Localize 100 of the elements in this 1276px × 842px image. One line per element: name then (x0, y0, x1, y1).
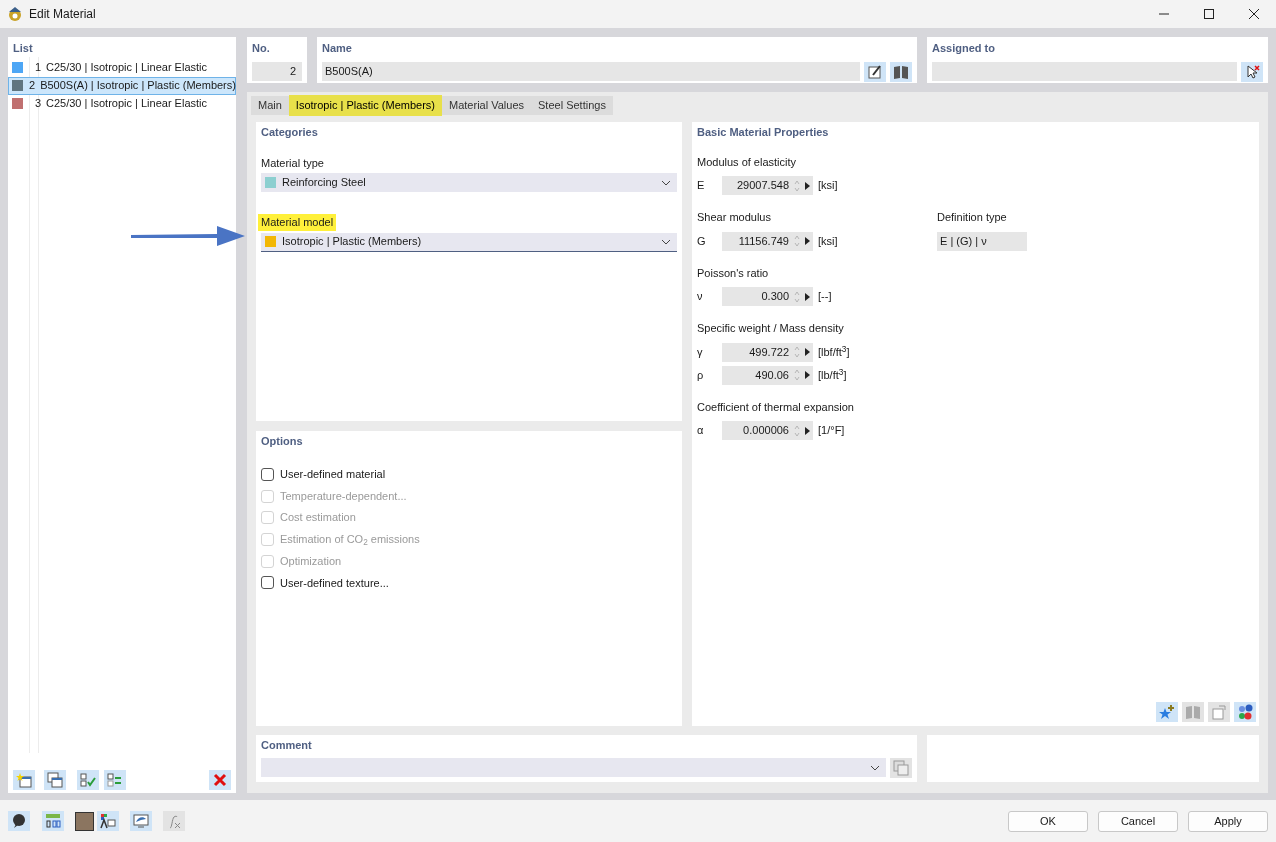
number-field[interactable]: 490.06 (722, 365, 813, 385)
check-all-icon[interactable] (77, 770, 99, 790)
dialog-button[interactable]: OK (1008, 810, 1088, 832)
item-number: 3 (33, 96, 41, 112)
symbol-label: E (697, 178, 706, 194)
dropdown-value: Reinforcing Steel (282, 175, 366, 191)
library-icon[interactable] (890, 61, 912, 82)
checkbox[interactable] (261, 576, 274, 590)
field-label: Material type (260, 155, 325, 171)
group-label: Shear modulus (697, 210, 772, 225)
panel-title: No. (252, 41, 271, 56)
chevron-down-icon (870, 764, 880, 771)
play-arrow-icon (805, 292, 810, 301)
tab[interactable]: Isotropic | Plastic (Members) (288, 95, 442, 116)
color-button[interactable] (75, 811, 94, 831)
chevron-down-icon (661, 179, 671, 186)
panel-title: Assigned to (932, 41, 996, 56)
decimal-places-icon[interactable] (42, 811, 64, 831)
checkbox-label: User-defined material (280, 467, 386, 483)
app-icon (7, 6, 23, 22)
panel-title: Name (322, 41, 353, 56)
dropdown-field[interactable]: Isotropic | Plastic (Members) (261, 232, 677, 252)
list-item[interactable]: 2 B500S(A) | Isotropic | Plastic (Members) (8, 76, 236, 95)
symbol-label: G (697, 233, 707, 249)
field-value: 0.000006 (742, 423, 790, 439)
assigned-field[interactable] (932, 62, 1237, 81)
copy-icon[interactable] (890, 757, 912, 778)
play-arrow-icon (805, 426, 810, 435)
spinner-icon (794, 290, 800, 303)
new-window-icon[interactable] (13, 770, 35, 790)
copy-window-icon[interactable] (44, 770, 66, 790)
dropdown-value: Isotropic | Plastic (Members) (282, 234, 422, 250)
symbol-label: γ (697, 344, 704, 360)
item-number: 2 (29, 78, 36, 94)
list-item[interactable]: 1 C25/30 | Isotropic | Linear Elastic (8, 58, 236, 77)
pick-cursor-icon[interactable] (1241, 61, 1263, 82)
symbol-label: ρ (697, 367, 705, 383)
number-field[interactable]: 2 (252, 61, 302, 81)
number-field[interactable]: 29007.548 (722, 176, 813, 195)
info-shapes-icon[interactable] (1234, 702, 1256, 722)
delete-icon[interactable] (209, 770, 231, 790)
panel-title: Basic Material Properties (697, 125, 830, 140)
tab[interactable]: Main (251, 96, 289, 115)
panel-title: List (12, 41, 34, 56)
spinner-icon (794, 346, 800, 358)
number-field[interactable]: 499.722 (722, 342, 813, 362)
number-field[interactable]: 11156.749 (722, 231, 813, 251)
book-icon[interactable] (1182, 702, 1204, 722)
unit-label: [lbf/ft$^{3}$] (818, 343, 850, 360)
checkbox-label: Temperature-dependent... (280, 488, 407, 504)
item-number: 1 (33, 60, 41, 76)
number-field[interactable]: 0.000006 (722, 421, 813, 440)
number-field[interactable]: 0.300 (722, 287, 813, 306)
unit-label: [1/°F] (818, 423, 845, 439)
group-label: Specific weight / Mass density (697, 321, 845, 336)
play-arrow-icon (805, 348, 810, 356)
checkbox-label: Cost estimation (280, 510, 356, 526)
tab[interactable]: Material Values (442, 96, 531, 115)
display-icon[interactable] (130, 811, 152, 831)
edit-icon[interactable] (864, 61, 886, 82)
spinner-icon (794, 235, 800, 247)
spinner-icon (794, 369, 800, 381)
field-label: Material model (258, 214, 337, 231)
field-value: 29007.548 (736, 178, 790, 194)
play-arrow-icon (805, 237, 810, 245)
checkbox-label: Estimation of CO$_{2}$ emissions (280, 532, 420, 548)
item-label: C25/30 | Isotropic | Linear Elastic (46, 60, 207, 76)
field-value: 0.300 (760, 289, 790, 305)
help-icon[interactable] (8, 811, 30, 831)
star-plus-icon[interactable] (1156, 702, 1178, 722)
window-title: Edit Material (29, 6, 96, 23)
annotation-arrow-icon (131, 224, 247, 248)
swap-checks-icon[interactable] (104, 770, 126, 790)
spinner-icon (794, 179, 800, 192)
symbol-label: α (697, 423, 705, 439)
spinner-icon (794, 424, 800, 437)
dialog-button[interactable]: Cancel (1098, 810, 1178, 832)
group-label: Coefficient of thermal expansion (697, 399, 855, 415)
unit-label: [--] (818, 289, 832, 305)
name-field[interactable]: B500S(A) (322, 62, 860, 81)
function-icon[interactable] (163, 811, 185, 831)
checkbox[interactable] (261, 467, 274, 481)
text-color-icon[interactable] (97, 811, 119, 831)
definition-field[interactable]: E | (G) | ν (937, 231, 1027, 251)
field-value: 499.722 (748, 344, 790, 360)
comment-field[interactable] (261, 758, 886, 777)
group-label: Poisson's ratio (697, 265, 770, 281)
field-value: 11156.749 (737, 233, 790, 249)
play-arrow-icon (805, 371, 810, 379)
symbol-label: ν (697, 289, 704, 305)
dropdown-field[interactable]: Reinforcing Steel (261, 173, 677, 192)
field-value: 490.06 (754, 367, 790, 383)
item-label: B500S(A) | Isotropic | Plastic (Members) (40, 78, 236, 94)
tab[interactable]: Steel Settings (531, 96, 613, 115)
list-item[interactable]: 3 C25/30 | Isotropic | Linear Elastic (8, 94, 236, 113)
play-arrow-icon (805, 181, 810, 190)
unit-label: [lb/ft$^{3}$] (818, 366, 847, 383)
unit-label: [ksi] (818, 178, 838, 194)
unit-label: [ksi] (818, 233, 838, 249)
dialog-button[interactable]: Apply (1188, 810, 1268, 832)
